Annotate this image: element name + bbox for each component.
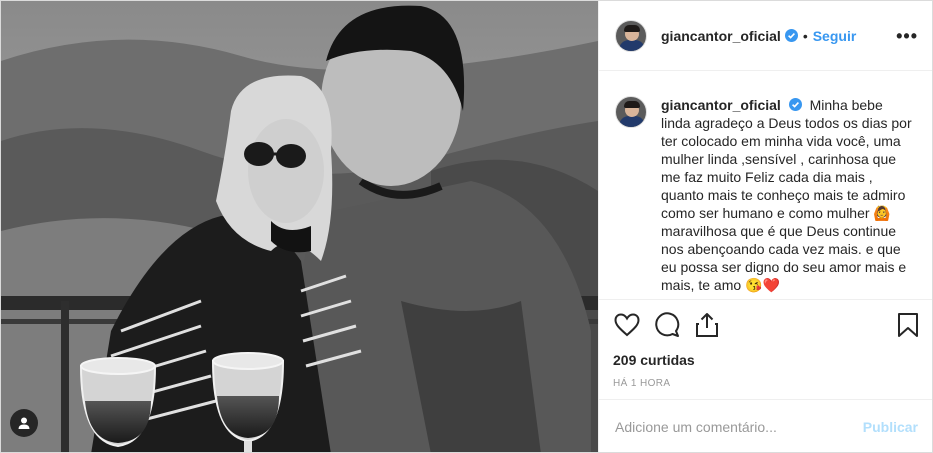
heart-icon[interactable] bbox=[613, 311, 641, 339]
post-photo[interactable] bbox=[1, 1, 598, 452]
follow-button[interactable]: Seguir bbox=[813, 28, 857, 44]
post-sidebar: giancantor_oficial • Seguir ••• giancant… bbox=[598, 1, 932, 452]
username-link[interactable]: giancantor_oficial bbox=[661, 28, 781, 44]
header-meta: giancantor_oficial • Seguir bbox=[661, 28, 856, 44]
publish-button[interactable]: Publicar bbox=[863, 419, 918, 435]
avatar[interactable] bbox=[615, 19, 647, 52]
caption-text: Minha bebe linda agradeço a Deus todos o… bbox=[661, 97, 912, 293]
comment-icon[interactable] bbox=[653, 311, 681, 339]
photo-illustration bbox=[1, 1, 598, 452]
caption: giancantor_oficial Minha bebe linda agra… bbox=[661, 96, 916, 298]
user-tag-icon[interactable] bbox=[10, 409, 38, 437]
separator-dot: • bbox=[802, 27, 808, 44]
verified-badge-icon bbox=[784, 29, 798, 42]
caption-section: giancantor_oficial Minha bebe linda agra… bbox=[599, 72, 932, 298]
action-icons bbox=[613, 310, 920, 340]
instagram-post: giancantor_oficial • Seguir ••• giancant… bbox=[0, 0, 933, 453]
caption-username-link[interactable]: giancantor_oficial bbox=[661, 97, 781, 113]
post-timestamp[interactable]: HÁ 1 HORA bbox=[613, 378, 920, 389]
verified-badge-icon bbox=[788, 98, 802, 111]
comment-section: Publicar bbox=[599, 399, 932, 452]
more-options-icon[interactable]: ••• bbox=[896, 26, 918, 47]
likes-count[interactable]: 209 curtidas bbox=[613, 352, 920, 368]
caption-avatar[interactable] bbox=[615, 96, 647, 128]
comment-input[interactable] bbox=[615, 419, 863, 435]
bookmark-icon[interactable] bbox=[894, 311, 922, 339]
post-header: giancantor_oficial • Seguir ••• bbox=[599, 1, 932, 71]
share-icon[interactable] bbox=[693, 311, 721, 339]
actions-section: 209 curtidas HÁ 1 HORA bbox=[599, 299, 932, 399]
